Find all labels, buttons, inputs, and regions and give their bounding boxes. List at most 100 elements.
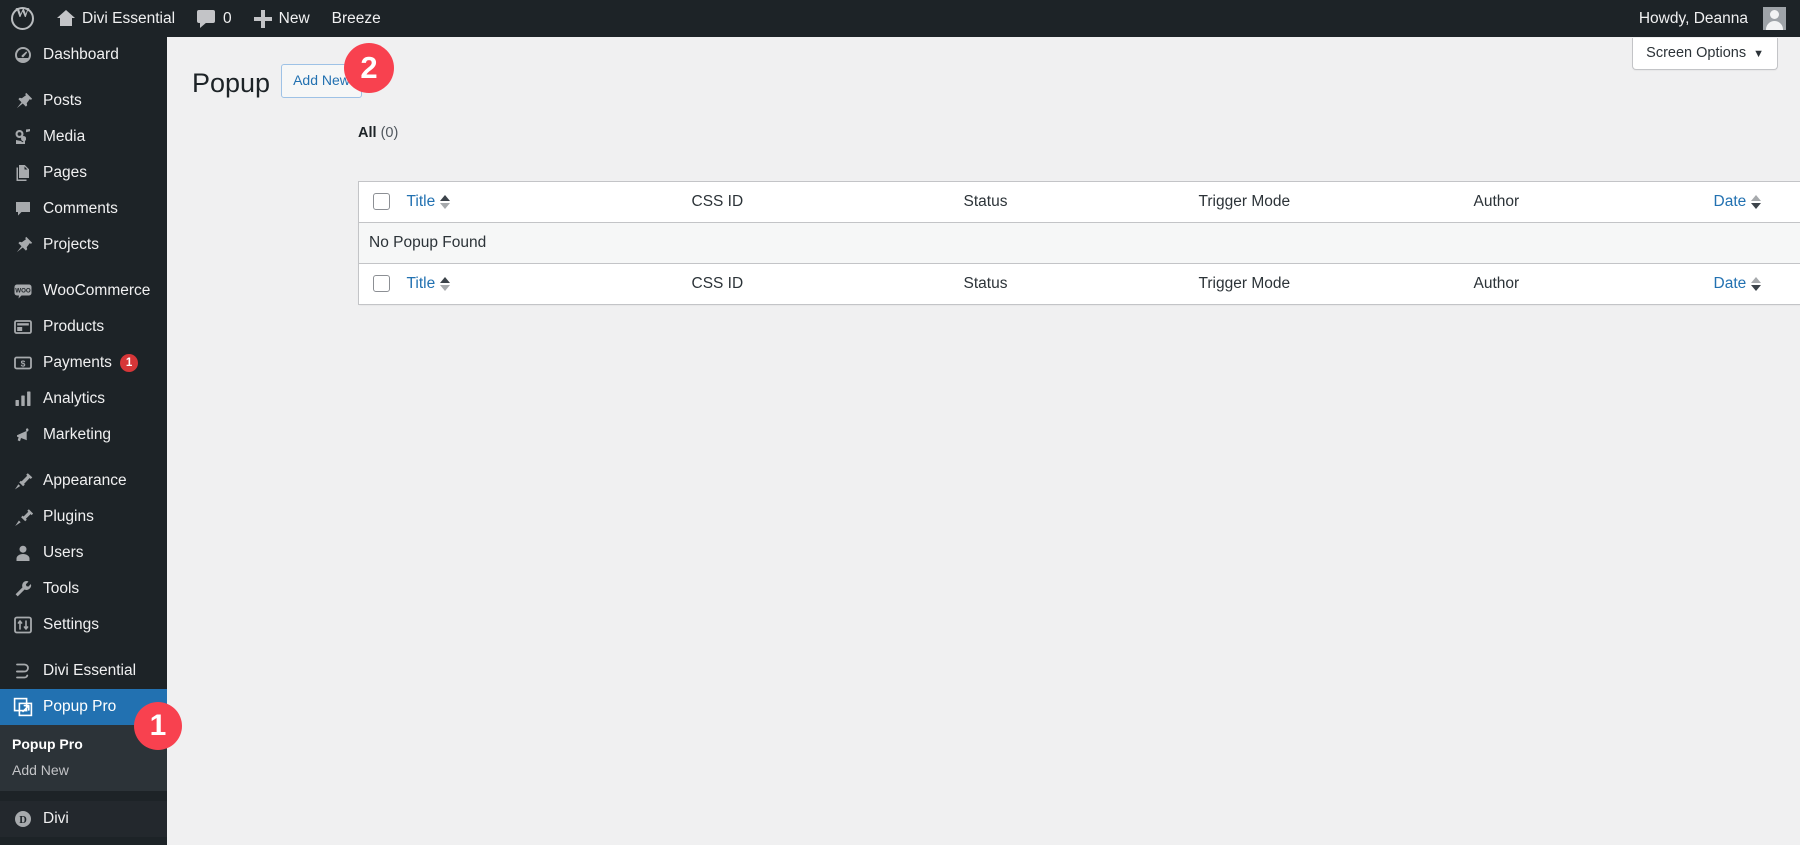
menu-separator bbox=[0, 791, 167, 801]
marketing-icon bbox=[12, 425, 33, 446]
analytics-icon bbox=[12, 389, 33, 410]
table-body: No Popup Found bbox=[358, 222, 1800, 264]
table-foot: Title CSS ID Status Trigger Mode Author Date bbox=[358, 263, 1800, 305]
sidebar-item-divi[interactable]: D Divi bbox=[0, 801, 167, 837]
sidebar-item-appearance[interactable]: Appearance bbox=[0, 463, 167, 499]
sidebar-item-label: Divi bbox=[43, 810, 69, 827]
column-header-label: Author bbox=[1473, 275, 1520, 292]
popup-pro-icon bbox=[12, 697, 33, 718]
comment-icon bbox=[12, 199, 33, 220]
table-header-row: Title CSS ID Status Trigger Mode Author Date bbox=[358, 181, 1800, 223]
submenu-item-add-new[interactable]: Add New bbox=[0, 757, 167, 783]
dashboard-icon bbox=[12, 45, 33, 66]
breeze-menu[interactable]: Breeze bbox=[321, 0, 392, 37]
svg-text:D: D bbox=[19, 815, 27, 826]
column-header-label: Status bbox=[963, 193, 1008, 210]
column-header-date[interactable]: Date bbox=[1703, 181, 1800, 223]
sidebar-item-label: WooCommerce bbox=[43, 282, 151, 299]
table-head: Title CSS ID Status Trigger Mode Author Date bbox=[358, 181, 1800, 223]
sidebar-item-payments[interactable]: $ Payments 1 bbox=[0, 345, 167, 381]
sidebar-item-media[interactable]: Media bbox=[0, 119, 167, 155]
column-header-label: Date bbox=[1713, 193, 1747, 210]
sort-arrows-icon bbox=[1751, 195, 1762, 209]
site-name-menu[interactable]: Divi Essential bbox=[45, 0, 186, 37]
column-header-title[interactable]: Title bbox=[396, 181, 682, 223]
filter-all-count: (0) bbox=[380, 125, 399, 141]
sort-link-date[interactable]: Date bbox=[1714, 193, 1762, 211]
sidebar-item-tools[interactable]: Tools bbox=[0, 571, 167, 607]
sidebar-item-marketing[interactable]: Marketing bbox=[0, 417, 167, 453]
column-header-label: Status bbox=[963, 275, 1008, 292]
sidebar-item-projects[interactable]: Projects bbox=[0, 227, 167, 263]
column-header-label: Author bbox=[1473, 193, 1520, 210]
column-header-label: CSS ID bbox=[691, 275, 744, 292]
column-header-label: CSS ID bbox=[691, 193, 744, 210]
sort-link-title[interactable]: Title bbox=[407, 193, 451, 211]
svg-text:$: $ bbox=[20, 358, 25, 368]
divi-essential-icon bbox=[12, 661, 33, 682]
sidebar-item-posts[interactable]: Posts bbox=[0, 83, 167, 119]
column-header-status: Status bbox=[953, 181, 1189, 223]
plus-icon bbox=[253, 9, 272, 28]
sidebar-item-dashboard[interactable]: Dashboard bbox=[0, 37, 167, 73]
my-account-menu[interactable]: Howdy, Deanna bbox=[1628, 0, 1800, 37]
wordpress-logo-menu[interactable] bbox=[0, 0, 45, 37]
sort-arrows-icon bbox=[1751, 277, 1762, 291]
table-footer-row: Title CSS ID Status Trigger Mode Author Date bbox=[358, 263, 1800, 305]
page-header: Popup Add New bbox=[192, 57, 362, 105]
sidebar-item-label: Comments bbox=[43, 200, 118, 217]
select-all-cell bbox=[358, 181, 397, 223]
svg-text:WOO: WOO bbox=[15, 288, 31, 295]
column-header-author: Author bbox=[1463, 263, 1704, 305]
column-header-label: Title bbox=[406, 193, 436, 210]
select-all-checkbox[interactable] bbox=[373, 275, 390, 293]
column-header-title[interactable]: Title bbox=[396, 263, 682, 305]
sidebar-item-plugins[interactable]: Plugins bbox=[0, 499, 167, 535]
sidebar-item-settings[interactable]: Settings bbox=[0, 607, 167, 643]
sort-link-date[interactable]: Date bbox=[1714, 275, 1762, 293]
menu-separator bbox=[0, 73, 167, 83]
appearance-icon bbox=[12, 471, 33, 492]
pin-icon bbox=[12, 235, 33, 256]
column-header-date[interactable]: Date bbox=[1703, 263, 1800, 305]
sidebar-item-analytics[interactable]: Analytics bbox=[0, 381, 167, 417]
settings-icon bbox=[12, 615, 33, 636]
plugins-icon bbox=[12, 507, 33, 528]
home-icon bbox=[56, 10, 75, 27]
select-all-checkbox[interactable] bbox=[373, 193, 390, 211]
screen-options-button[interactable]: Screen Options ▼ bbox=[1632, 38, 1778, 70]
sidebar-item-divi-essential[interactable]: Divi Essential bbox=[0, 653, 167, 689]
admin-bar: Divi Essential 0 New Breeze Howdy, Deann… bbox=[0, 0, 1800, 37]
new-content-menu[interactable]: New bbox=[243, 0, 321, 37]
sidebar-item-label: Products bbox=[43, 318, 105, 335]
filter-all-link[interactable]: All bbox=[358, 125, 377, 141]
chevron-down-icon: ▼ bbox=[1753, 48, 1764, 60]
sidebar-item-comments[interactable]: Comments bbox=[0, 191, 167, 227]
sidebar-item-woocommerce[interactable]: WOO WooCommerce bbox=[0, 273, 167, 309]
main-content: Screen Options ▼ Popup Add New All (0) Ti… bbox=[167, 37, 1800, 845]
sidebar-item-label: Popup Pro bbox=[43, 698, 117, 715]
sidebar-item-label: Appearance bbox=[43, 472, 127, 489]
comments-menu[interactable]: 0 bbox=[186, 0, 243, 37]
sidebar-item-label: Tools bbox=[43, 580, 80, 597]
menu-separator bbox=[0, 453, 167, 463]
howdy-label: Howdy, Deanna bbox=[1638, 9, 1748, 27]
avatar bbox=[1763, 7, 1786, 30]
tools-icon bbox=[12, 579, 33, 600]
sidebar-item-badge: 1 bbox=[119, 354, 139, 372]
sidebar-item-label: Posts bbox=[43, 92, 82, 109]
sort-link-title[interactable]: Title bbox=[407, 275, 451, 293]
sidebar-item-label: Projects bbox=[43, 236, 99, 253]
page-title: Popup bbox=[192, 68, 271, 98]
sidebar-item-pages[interactable]: Pages bbox=[0, 155, 167, 191]
new-label: New bbox=[278, 9, 310, 27]
column-header-label: Trigger Mode bbox=[1198, 275, 1291, 292]
pin-icon bbox=[12, 91, 33, 112]
sidebar-item-label: Analytics bbox=[43, 390, 106, 407]
menu-separator bbox=[0, 263, 167, 273]
sidebar-item-products[interactable]: Products bbox=[0, 309, 167, 345]
column-header-trigger-mode: Trigger Mode bbox=[1188, 181, 1464, 223]
sort-arrows-icon bbox=[440, 277, 451, 291]
column-header-label: Title bbox=[406, 275, 436, 292]
sidebar-item-users[interactable]: Users bbox=[0, 535, 167, 571]
